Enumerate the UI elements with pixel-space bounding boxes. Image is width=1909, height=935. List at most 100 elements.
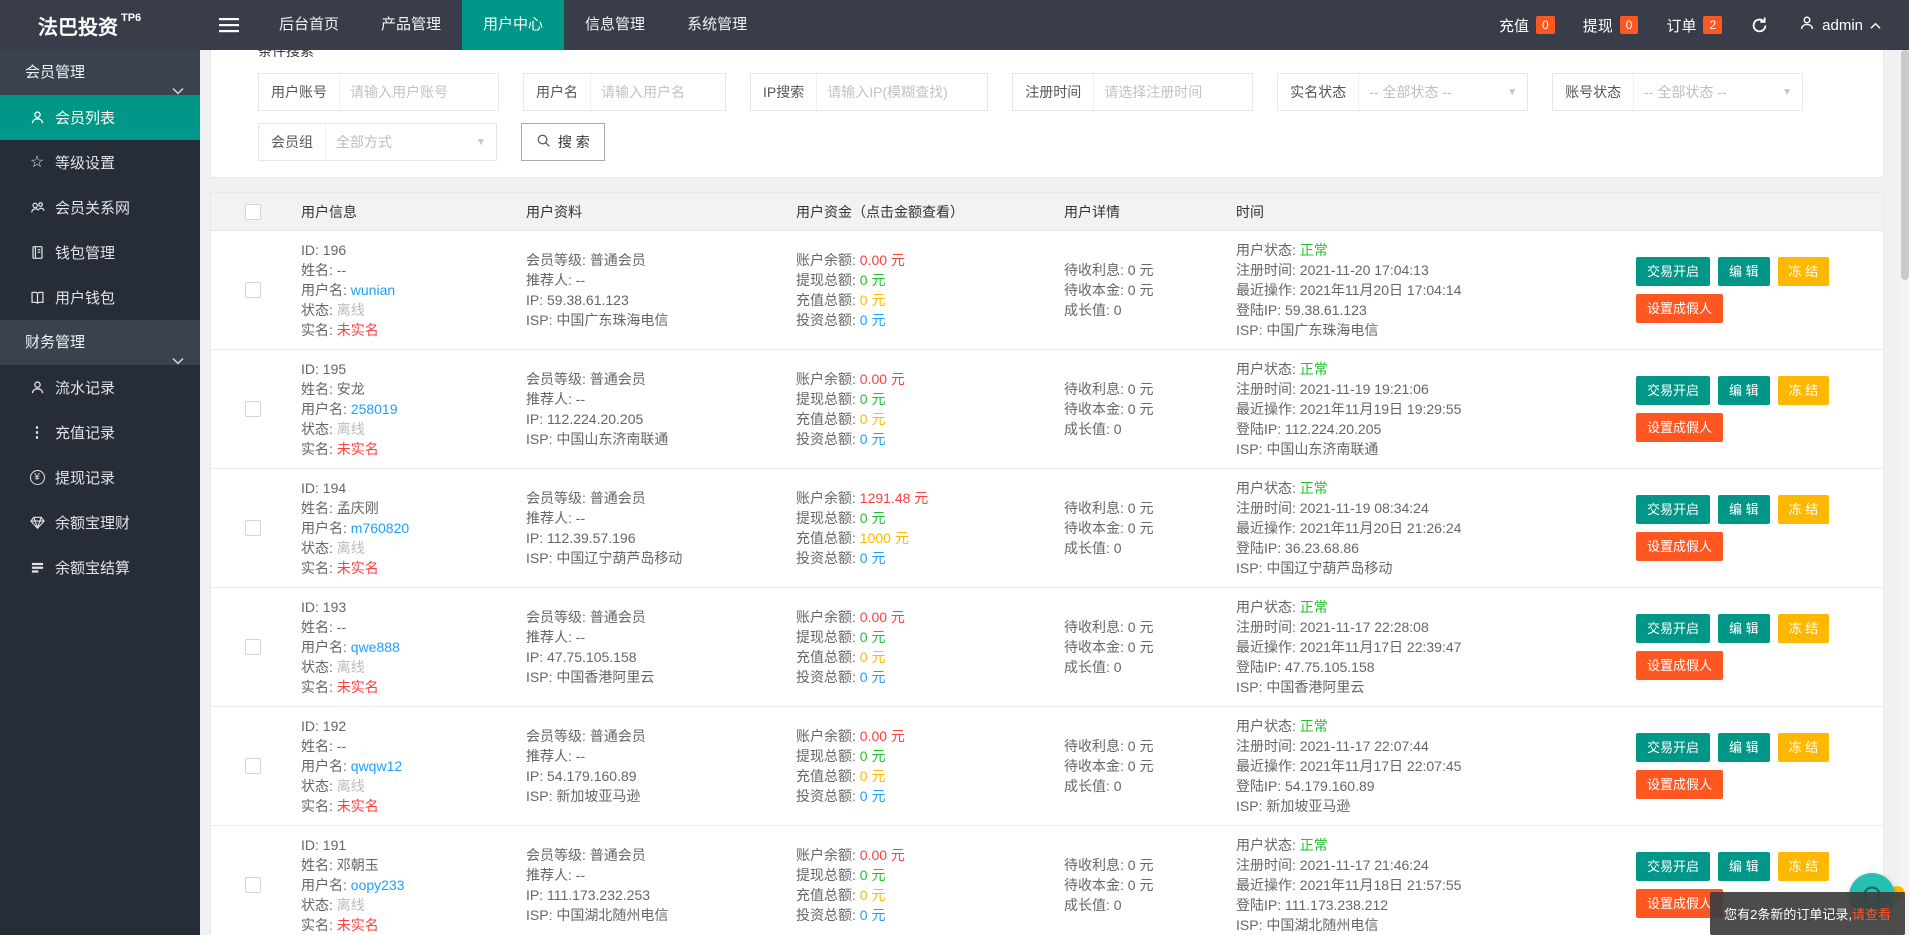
username-link[interactable]: wunian	[351, 282, 395, 298]
set-fake-button[interactable]: 设置成假人	[1636, 770, 1724, 799]
sidebar-item-0-2[interactable]: 会员关系网	[0, 185, 200, 230]
freeze-button[interactable]: 冻 结	[1777, 495, 1830, 524]
nav-tab-0[interactable]: 后台首页	[258, 0, 360, 50]
select-all-checkbox[interactable]	[245, 203, 261, 220]
user-id: ID: 195	[301, 361, 347, 377]
admin-menu[interactable]: admin	[1799, 15, 1881, 35]
book-icon	[28, 245, 46, 260]
username-link[interactable]: m760820	[351, 520, 409, 536]
withdraw-amount[interactable]: 0 元	[860, 629, 886, 645]
sidebar-group-0[interactable]: 会员管理	[0, 50, 200, 95]
freeze-button[interactable]: 冻 结	[1777, 733, 1830, 762]
edit-button[interactable]: 编 辑	[1718, 733, 1770, 762]
search-button[interactable]: 搜 索	[520, 123, 605, 161]
filter-input-1[interactable]	[591, 74, 725, 110]
set-fake-button[interactable]: 设置成假人	[1636, 413, 1724, 442]
sidebar-item-1-0[interactable]: 流水记录	[0, 365, 200, 410]
edit-button[interactable]: 编 辑	[1718, 257, 1770, 286]
nav-tab-2[interactable]: 用户中心	[462, 0, 565, 50]
set-fake-button[interactable]: 设置成假人	[1636, 651, 1724, 680]
scrollbar-thumb[interactable]	[1901, 50, 1909, 280]
username-link[interactable]: 258019	[351, 401, 398, 417]
nav-tab-1[interactable]: 产品管理	[360, 0, 462, 50]
row-checkbox[interactable]	[245, 401, 261, 417]
edit-button[interactable]: 编 辑	[1718, 495, 1770, 524]
balance-amount[interactable]: 1291.48 元	[860, 490, 929, 506]
sidebar-item-1-3[interactable]: 余额宝理财	[0, 500, 200, 545]
set-fake-button[interactable]: 设置成假人	[1636, 532, 1724, 561]
invest-amount[interactable]: 0 元	[860, 669, 886, 685]
invest-amount[interactable]: 0 元	[860, 907, 886, 923]
sidebar-item-0-0[interactable]: 会员列表	[0, 95, 200, 140]
row-checkbox[interactable]	[245, 639, 261, 655]
recharge-amount[interactable]: 1000 元	[860, 530, 909, 546]
sidebar-item-0-3[interactable]: 钱包管理	[0, 230, 200, 275]
nav-tab-3[interactable]: 信息管理	[564, 0, 666, 50]
recharge-amount[interactable]: 0 元	[860, 649, 886, 665]
trade-toggle-button[interactable]: 交易开启	[1636, 495, 1711, 524]
row-checkbox[interactable]	[245, 520, 261, 536]
filter-select-5[interactable]: 账号状态 -- 全部状态 -- ▼	[1552, 73, 1804, 111]
sidebar-item-1-1[interactable]: ⋮ 充值记录	[0, 410, 200, 455]
table-row: ID: 194 姓名: 孟庆刚 用户名: m760820 状态: 离线 实名: …	[211, 469, 1883, 588]
balance-amount[interactable]: 0.00 元	[860, 371, 905, 387]
recharge-amount[interactable]: 0 元	[860, 768, 886, 784]
withdraw-amount[interactable]: 0 元	[860, 867, 886, 883]
nav-counter-1[interactable]: 提现 0	[1583, 15, 1639, 36]
recharge-amount[interactable]: 0 元	[860, 887, 886, 903]
username-link[interactable]: oopy233	[351, 877, 405, 893]
member-group-select[interactable]: 会员组 全部方式 ▼	[258, 123, 497, 161]
username-link[interactable]: qwqw12	[351, 758, 402, 774]
hamburger-icon[interactable]	[200, 0, 258, 50]
sidebar-item-0-1[interactable]: ☆ 等级设置	[0, 140, 200, 185]
refresh-icon[interactable]	[1750, 16, 1769, 35]
trade-toggle-button[interactable]: 交易开启	[1636, 614, 1711, 643]
edit-button[interactable]: 编 辑	[1718, 614, 1770, 643]
row-checkbox[interactable]	[245, 758, 261, 774]
nav-counter-2[interactable]: 订单 2	[1666, 15, 1723, 36]
filter-input-0[interactable]	[340, 74, 498, 110]
trade-toggle-button[interactable]: 交易开启	[1636, 257, 1711, 286]
balance-amount[interactable]: 0.00 元	[860, 609, 905, 625]
invest-amount[interactable]: 0 元	[860, 431, 886, 447]
sidebar-item-0-4[interactable]: 用户钱包	[0, 275, 200, 320]
edit-button[interactable]: 编 辑	[1718, 852, 1770, 881]
recharge-amount[interactable]: 0 元	[860, 411, 886, 427]
invest-amount[interactable]: 0 元	[860, 788, 886, 804]
sidebar-group-1[interactable]: 财务管理	[0, 320, 200, 365]
nav-tab-4[interactable]: 系统管理	[666, 0, 768, 50]
set-fake-button[interactable]: 设置成假人	[1636, 294, 1724, 323]
withdraw-amount[interactable]: 0 元	[860, 272, 886, 288]
sidebar-item-1-2[interactable]: ¥ 提现记录	[0, 455, 200, 500]
filter-input-3[interactable]	[1094, 74, 1253, 110]
nav-counter-0[interactable]: 充值 0	[1499, 15, 1555, 36]
freeze-button[interactable]: 冻 结	[1777, 257, 1830, 286]
withdraw-amount[interactable]: 0 元	[860, 510, 886, 526]
row-checkbox[interactable]	[245, 877, 261, 893]
invest-amount[interactable]: 0 元	[860, 550, 886, 566]
withdraw-amount[interactable]: 0 元	[860, 748, 886, 764]
freeze-button[interactable]: 冻 结	[1777, 852, 1830, 881]
trade-toggle-button[interactable]: 交易开启	[1636, 733, 1711, 762]
brand-logo[interactable]: 法巴投资 TP6	[0, 0, 200, 50]
sidebar-item-1-4[interactable]: 余额宝结算	[0, 545, 200, 590]
withdraw-amount[interactable]: 0 元	[860, 391, 886, 407]
edit-button[interactable]: 编 辑	[1718, 376, 1770, 405]
balance-amount[interactable]: 0.00 元	[860, 728, 905, 744]
page-scrollbar[interactable]	[1901, 50, 1909, 935]
filter-input-2[interactable]	[817, 74, 988, 110]
invest-amount[interactable]: 0 元	[860, 312, 886, 328]
freeze-button[interactable]: 冻 结	[1777, 614, 1830, 643]
trade-toggle-button[interactable]: 交易开启	[1636, 852, 1711, 881]
row-checkbox[interactable]	[245, 282, 261, 298]
balance-amount[interactable]: 0.00 元	[860, 847, 905, 863]
toast-view-link[interactable]: 请查看	[1852, 907, 1891, 922]
diamond-icon	[28, 515, 46, 530]
username-link[interactable]: qwe888	[351, 639, 400, 655]
recharge-amount[interactable]: 0 元	[860, 292, 886, 308]
balance-amount[interactable]: 0.00 元	[860, 252, 905, 268]
freeze-button[interactable]: 冻 结	[1777, 376, 1830, 405]
trade-toggle-button[interactable]: 交易开启	[1636, 376, 1711, 405]
filter-select-4[interactable]: 实名状态 -- 全部状态 -- ▼	[1277, 73, 1529, 111]
chevron-down-icon: ▼	[476, 136, 486, 148]
